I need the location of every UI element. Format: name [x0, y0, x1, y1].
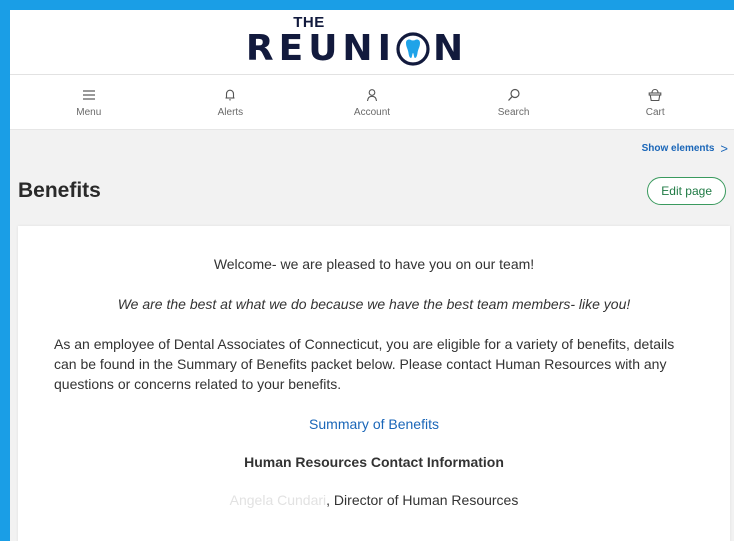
- nav-account-label: Account: [353, 106, 391, 118]
- nav-alerts[interactable]: Alerts: [180, 87, 280, 118]
- contact-role: , Director of Human Resources: [326, 492, 519, 508]
- logo-word-left: REUNI: [245, 28, 396, 69]
- logo-word-right: N: [432, 28, 469, 69]
- welcome-text: Welcome- we are pleased to have you on o…: [213, 256, 535, 272]
- nav-cart-label: Cart: [645, 106, 665, 118]
- edit-page-button[interactable]: Edit page: [647, 177, 726, 205]
- tooth-icon: [396, 32, 430, 66]
- site-header: THE REUNI N: [10, 10, 734, 75]
- hr-contact-line: Angela Cundari, Director of Human Resour…: [54, 492, 694, 508]
- nav-search[interactable]: Search: [464, 87, 564, 118]
- show-elements-link[interactable]: Show elements >: [642, 141, 728, 156]
- hr-contact-heading: Human Resources Contact Information: [244, 454, 504, 470]
- logo-wordmark: REUNI N: [246, 30, 468, 68]
- nav-menu-label: Menu: [76, 106, 102, 118]
- hamburger-icon: [82, 89, 95, 100]
- nav-alerts-label: Alerts: [217, 106, 244, 118]
- person-icon: [366, 88, 378, 101]
- reunion-logo[interactable]: THE REUNI N: [246, 15, 468, 68]
- summary-of-benefits-link[interactable]: Summary of Benefits: [54, 416, 694, 432]
- contact-name: Angela Cundari: [229, 492, 327, 508]
- page-title: Benefits: [18, 179, 101, 202]
- page-title-row: Benefits Edit page: [10, 166, 734, 216]
- nav-bar: Menu Alerts Account Search Cart: [10, 75, 734, 130]
- show-elements-strip: Show elements >: [10, 130, 734, 166]
- chevron-right-icon: >: [720, 140, 728, 156]
- search-icon: [507, 88, 520, 101]
- content-card: Welcome- we are pleased to have you on o…: [18, 226, 730, 541]
- benefits-body-text: As an employee of Dental Associates of C…: [54, 336, 675, 392]
- nav-account[interactable]: Account: [322, 87, 422, 118]
- nav-search-label: Search: [497, 106, 530, 118]
- basket-icon: [648, 88, 662, 101]
- bell-icon: [225, 89, 235, 100]
- show-elements-label: Show elements: [641, 142, 715, 154]
- nav-menu[interactable]: Menu: [39, 87, 139, 118]
- app-frame: THE REUNI N Menu Alerts Account Search C…: [10, 10, 734, 541]
- nav-cart[interactable]: Cart: [605, 87, 705, 118]
- tagline-text: We are the best at what we do because we…: [117, 296, 631, 312]
